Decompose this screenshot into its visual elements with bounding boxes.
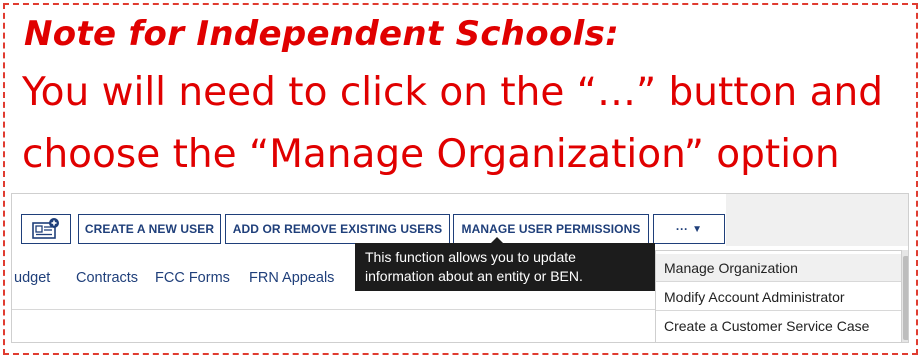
toolbar-background [726, 194, 908, 246]
manage-permissions-button[interactable]: MANAGE USER PERMISSIONS [453, 214, 649, 244]
note-instruction-line-1: You will need to click on the “…” button… [22, 70, 883, 115]
nav-divider [12, 309, 728, 310]
more-options-menu: Manage Organization Modify Account Admin… [655, 250, 902, 342]
scrollbar-thumb[interactable] [903, 256, 908, 340]
more-dots-icon: ··· [675, 222, 689, 236]
nav-tab-budget[interactable]: udget [14, 270, 50, 286]
tooltip: This function allows you to update infor… [355, 243, 655, 291]
contact-card-button[interactable] [21, 214, 71, 244]
note-instruction-line-2: choose the “Manage Organization” option [22, 132, 840, 177]
create-new-user-button[interactable]: CREATE A NEW USER [78, 214, 221, 244]
add-remove-users-button[interactable]: ADD OR REMOVE EXISTING USERS [225, 214, 450, 244]
menu-item-modify-account-administrator[interactable]: Modify Account Administrator [656, 283, 901, 311]
chevron-down-icon: ▼ [692, 223, 703, 235]
menu-item-manage-organization[interactable]: Manage Organization [656, 254, 901, 282]
note-title: Note for Independent Schools: [24, 14, 620, 54]
more-options-button[interactable]: ··· ▼ [653, 214, 725, 244]
nav-tab-frn-appeals[interactable]: FRN Appeals [249, 270, 334, 286]
menu-scrollbar[interactable] [902, 250, 908, 342]
contact-card-add-icon [32, 218, 59, 239]
portal-screenshot: CREATE A NEW USER ADD OR REMOVE EXISTING… [11, 193, 909, 343]
nav-tab-fcc-forms[interactable]: FCC Forms [155, 270, 230, 286]
nav-tab-contracts[interactable]: Contracts [76, 270, 138, 286]
menu-item-create-customer-service-case[interactable]: Create a Customer Service Case [656, 312, 901, 340]
